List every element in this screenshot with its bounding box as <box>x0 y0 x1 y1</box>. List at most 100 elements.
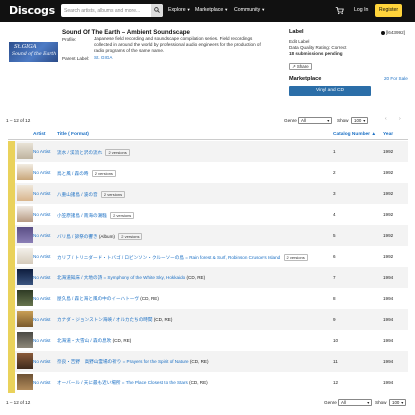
format-label: (CD, RE) <box>153 317 173 322</box>
register-button[interactable]: Register <box>375 4 402 17</box>
cart-icon[interactable] <box>335 6 344 17</box>
release-thumbnail[interactable] <box>17 290 33 306</box>
for-sale-link[interactable]: 20 For Sale <box>384 76 408 81</box>
release-year: 1994 <box>383 380 394 385</box>
versions-badge[interactable]: 2 versions <box>283 254 308 261</box>
release-year: 1992 <box>383 254 394 259</box>
release-year: 1994 <box>383 275 394 280</box>
artist-link[interactable]: No Artist <box>33 254 50 259</box>
artist-link[interactable]: No Artist <box>33 275 50 280</box>
search-box <box>61 4 163 17</box>
share-button[interactable]: ↗ Share <box>289 63 312 70</box>
artist-link[interactable]: No Artist <box>33 233 50 238</box>
row-marker <box>8 288 15 309</box>
release-year: 1992 <box>383 149 394 154</box>
col-year[interactable]: Year <box>383 132 393 137</box>
vinyl-cd-button[interactable]: Vinyl and CD <box>289 86 371 96</box>
release-thumbnail[interactable] <box>17 311 33 327</box>
prev-page-icon[interactable]: ‹ <box>385 116 387 122</box>
genre-select[interactable]: All ▼ <box>298 117 332 124</box>
release-thumbnail[interactable] <box>17 374 33 390</box>
login-link[interactable]: Log In <box>354 7 368 13</box>
catalog-number: 10 <box>333 338 339 343</box>
title-link[interactable]: 北海道知床 / 大地の詩 = Symphony of the White Sky… <box>57 275 185 280</box>
release-id: [l643992] <box>381 30 405 35</box>
title-link[interactable]: 八重山諸島 / 波の音 <box>57 192 98 197</box>
col-title[interactable]: Title ( Format) <box>57 132 89 137</box>
artist-link[interactable]: No Artist <box>33 317 50 322</box>
title-link[interactable]: 北海道・大雪山 / 森の息吹 <box>57 338 111 343</box>
genre-select-bottom[interactable]: All ▼ <box>338 399 372 406</box>
title-link[interactable]: 屋久島 / 森と海と風の中のイーハトーヴ <box>57 296 139 301</box>
discogs-logo[interactable]: Discogs <box>9 4 55 17</box>
release-thumbnail[interactable] <box>17 143 33 159</box>
nav-community[interactable]: Community▼ <box>234 7 265 13</box>
col-catalog[interactable]: Catalog Number ▲ <box>333 132 376 137</box>
artist-link[interactable]: No Artist <box>33 296 50 301</box>
versions-badge[interactable]: 2 versions <box>100 191 126 198</box>
artist-link[interactable]: No Artist <box>33 359 50 364</box>
artist-link[interactable]: No Artist <box>33 149 50 154</box>
release-thumbnail[interactable] <box>17 164 33 180</box>
table-row: No Artist 鳥と風 / 森の時 2 versions 2 1992 <box>8 162 408 183</box>
release-year: 1994 <box>383 296 394 301</box>
title-link[interactable]: 鳥と風 / 森の時 <box>57 171 88 176</box>
release-title: カナダ・ジョンストン海峡 / オルカたちの時間 (CD, RE) <box>57 317 172 323</box>
release-thumbnail[interactable] <box>17 248 33 264</box>
next-page-icon[interactable]: › <box>399 116 401 122</box>
title-link[interactable]: カリブ / トリニダード・トバゴ / ロビンソン・クルーソーの島 = Rain … <box>57 255 280 260</box>
versions-badge[interactable]: 2 versions <box>118 233 143 240</box>
release-thumbnail[interactable] <box>17 353 33 369</box>
format-label: (CD, RE) <box>189 359 209 364</box>
release-thumbnail[interactable] <box>17 227 33 243</box>
release-thumbnail[interactable] <box>17 332 33 348</box>
nav-marketplace[interactable]: Marketplace▼ <box>195 7 228 13</box>
artist-link[interactable]: No Artist <box>33 380 50 385</box>
release-thumbnail[interactable] <box>17 206 33 222</box>
versions-badge[interactable]: 2 versions <box>91 170 116 177</box>
artist-link[interactable]: No Artist <box>33 170 50 175</box>
profile-label: Profile: <box>62 37 77 42</box>
row-marker <box>8 330 15 351</box>
artist-link[interactable]: No Artist <box>33 338 50 343</box>
table-row: No Artist 流水 / 渓流と沢の流れ 2 versions 1 1992 <box>8 141 408 162</box>
release-title: カリブ / トリニダード・トバゴ / ロビンソン・クルーソーの島 = Rain … <box>57 254 308 261</box>
title-link[interactable]: カナダ・ジョンストン海峡 / オルカたちの時間 <box>57 317 152 322</box>
nav-explore[interactable]: Explore▼ <box>168 7 191 13</box>
title-link[interactable]: 小笠原諸島 / 南海の潮騒 <box>57 213 107 218</box>
title-link[interactable]: 流水 / 渓流と沢の流れ <box>57 150 102 155</box>
release-year: 1994 <box>383 317 394 322</box>
chevron-down-icon: ▼ <box>261 7 266 12</box>
row-marker <box>8 267 15 288</box>
release-thumbnail[interactable] <box>17 185 33 201</box>
show-select[interactable]: 100 ▼ <box>351 117 368 124</box>
format-label: (Album) <box>98 234 115 239</box>
col-artist[interactable]: Artist <box>33 132 46 137</box>
release-year: 1992 <box>383 191 394 196</box>
parent-label-link[interactable]: St. GIGA <box>94 55 264 61</box>
show-label: Show <box>337 118 349 123</box>
title-link[interactable]: バリ島 / 諦祭の響き <box>57 234 98 239</box>
show-select-bottom[interactable]: 100 ▼ <box>389 399 406 406</box>
artist-link[interactable]: No Artist <box>33 191 50 196</box>
release-year: 1992 <box>383 212 394 217</box>
table-row: No Artist カリブ / トリニダード・トバゴ / ロビンソン・クルーソー… <box>8 246 408 267</box>
chevron-down-icon: ▼ <box>186 7 191 12</box>
row-marker <box>8 309 15 330</box>
submissions-link[interactable]: 18 submissions pending <box>289 51 343 56</box>
release-year: 1994 <box>383 359 394 364</box>
search-input[interactable] <box>64 6 148 15</box>
result-count-bottom: 1 – 12 of 12 <box>6 400 31 405</box>
release-title: 奈良・吉野 高野山霊場の祈り = Prayers for the Spirit … <box>57 359 209 365</box>
genre-value: All <box>301 118 306 123</box>
release-thumbnail[interactable] <box>17 269 33 285</box>
search-button[interactable] <box>151 4 163 17</box>
versions-badge[interactable]: 2 versions <box>110 212 135 219</box>
edit-label-link[interactable]: Edit Label <box>289 39 309 44</box>
catalog-number: 1 <box>333 149 336 154</box>
catalog-number: 8 <box>333 296 336 301</box>
title-link[interactable]: 奈良・吉野 高野山霊場の祈り = Prayers for the Spirit … <box>57 359 189 364</box>
artist-link[interactable]: No Artist <box>33 212 50 217</box>
title-link[interactable]: オーバール / 天に最も近い場所 = The Place Closest to … <box>57 380 188 385</box>
versions-badge[interactable]: 2 versions <box>105 149 130 156</box>
